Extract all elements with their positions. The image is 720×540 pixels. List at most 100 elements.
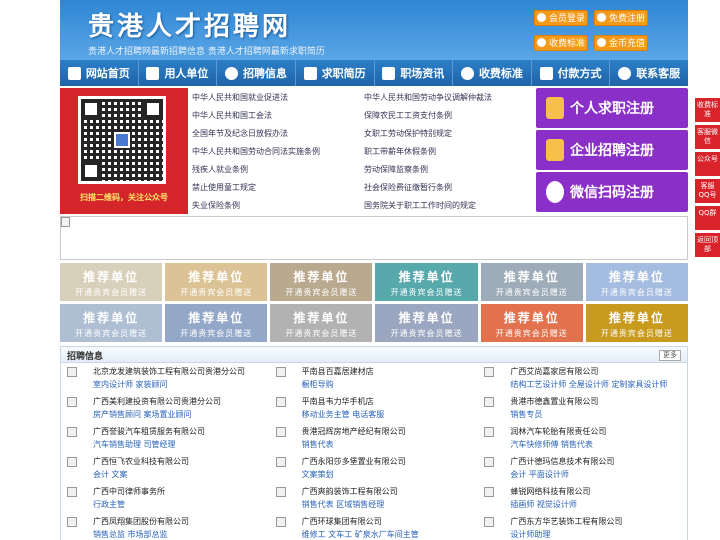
nav-jobs[interactable]: 招聘信息 [217, 60, 296, 86]
job-positions[interactable]: 会计 文案 [93, 469, 128, 480]
banner-ad[interactable] [60, 216, 688, 260]
company-name[interactable]: 平南县百嘉居建材店 [302, 366, 374, 377]
company-logo-icon[interactable] [67, 517, 77, 527]
company-name[interactable]: 广西永阳莎多堡置业有限公司 [302, 456, 406, 467]
register-button[interactable]: 免费注册 [594, 10, 648, 26]
law-link[interactable]: 职工带薪年休假条例 [364, 146, 436, 157]
more-link[interactable]: 更多 [659, 350, 681, 361]
company-name[interactable]: 蜂锐网络科技有限公司 [510, 486, 590, 497]
job-positions[interactable]: 文案策划 [302, 469, 334, 480]
job-positions[interactable]: 结构工艺设计师 全屋设计师 定制家具设计师 [510, 379, 667, 390]
job-positions[interactable]: 设计师助理 [510, 529, 550, 540]
personal-register-button[interactable]: 个人求职注册 [536, 88, 688, 128]
company-name[interactable]: 广西凤翔集团股份有限公司 [93, 516, 189, 527]
company-name[interactable]: 广西恒飞农业科技有限公司 [93, 456, 189, 467]
company-name[interactable]: 广西美利建投资有限公司贵港分公司 [93, 396, 221, 407]
side-item[interactable]: 客服微信 [695, 125, 720, 149]
company-name[interactable]: 贵港冠辉房地产经纪有限公司 [302, 426, 406, 437]
job-positions[interactable]: 销售总监 市场部总监 [93, 529, 168, 540]
recommended-tile[interactable]: 推荐单位 开通贵宾会员赠送 [60, 304, 163, 342]
company-logo-icon[interactable] [484, 427, 495, 437]
company-logo-icon[interactable] [275, 367, 286, 377]
company-logo-icon[interactable] [275, 457, 286, 467]
job-positions[interactable]: 房产销售顾问 案场置业顾问 [93, 409, 192, 420]
company-name[interactable]: 贵港市德鑫置业有限公司 [510, 396, 598, 407]
law-link[interactable]: 中华人民共和国工会法 [192, 110, 272, 121]
law-link[interactable]: 保障农民工工资支付条例 [364, 110, 452, 121]
recommended-tile[interactable]: 推荐单位 开通贵宾会员赠送 [165, 304, 268, 342]
company-name[interactable]: 广西计德玛信息技术有限公司 [510, 456, 614, 467]
recommended-tile[interactable]: 推荐单位 开通贵宾会员赠送 [585, 263, 688, 301]
job-positions[interactable]: 插画师 视觉设计师 [510, 499, 577, 510]
law-link[interactable]: 中华人民共和国就业促进法 [192, 92, 288, 103]
job-positions[interactable]: 橱柜导购 [302, 379, 334, 390]
company-logo-icon[interactable] [484, 457, 495, 467]
company-name[interactable]: 北京龙发建筑装饰工程有限公司贵港分公司 [93, 366, 245, 377]
company-name[interactable]: 润林汽车轮胎有限责任公司 [510, 426, 606, 437]
job-positions[interactable]: 销售代表 [302, 439, 334, 450]
law-link[interactable]: 中华人民共和国劳动争议调解仲裁法 [364, 92, 492, 103]
job-positions[interactable]: 会计 平面设计师 [510, 469, 569, 480]
law-link[interactable]: 禁止使用童工规定 [192, 182, 256, 193]
job-positions[interactable]: 销售代表 区域销售经理 [302, 499, 385, 510]
job-positions[interactable]: 汽车快修师傅 销售代表 [510, 439, 593, 450]
recommended-tile[interactable]: 推荐单位 开通贵宾会员赠送 [375, 263, 478, 301]
nav-contact[interactable]: 联系客服 [610, 60, 688, 86]
law-link[interactable]: 残疾人就业条例 [192, 164, 248, 175]
company-logo-icon[interactable] [484, 487, 495, 497]
company-logo-icon[interactable] [67, 367, 77, 377]
law-link[interactable]: 中华人民共和国劳动合同法实施条例 [192, 146, 320, 157]
law-link[interactable]: 国务院关于职工工作时间的规定 [364, 200, 476, 211]
company-logo-icon[interactable] [275, 517, 286, 527]
job-positions[interactable]: 销售专员 [510, 409, 542, 420]
job-positions[interactable]: 汽车销售助理 司管经理 [93, 439, 176, 450]
recharge-button[interactable]: 金币充值 [594, 35, 648, 51]
company-logo-icon[interactable] [275, 427, 286, 437]
site-logo[interactable]: 贵港人才招聘网 [88, 6, 291, 43]
side-item[interactable]: 返回顶部 [695, 233, 720, 257]
law-link[interactable]: 社会保险费征缴暂行条例 [364, 182, 452, 193]
company-name[interactable]: 广西爽韵装饰工程有限公司 [302, 486, 398, 497]
company-logo-icon[interactable] [67, 457, 77, 467]
company-logo-icon[interactable] [484, 517, 495, 527]
nav-employers[interactable]: 用人单位 [139, 60, 218, 86]
company-register-button[interactable]: 企业招聘注册 [536, 130, 688, 170]
side-item[interactable]: 公众号 [695, 152, 720, 176]
law-link[interactable]: 失业保险条例 [192, 200, 240, 211]
company-name[interactable]: 广西环球集团有限公司 [302, 516, 382, 527]
nav-home[interactable]: 网站首页 [60, 60, 139, 86]
company-logo-icon[interactable] [67, 427, 77, 437]
side-item[interactable]: 客服QQ号 [695, 179, 720, 203]
company-name[interactable]: 广西东方华艺装饰工程有限公司 [510, 516, 622, 527]
recommended-tile[interactable]: 推荐单位 开通贵宾会员赠送 [480, 304, 583, 342]
login-button[interactable]: 会员登录 [534, 10, 588, 26]
company-logo-icon[interactable] [484, 367, 495, 377]
pricing-button[interactable]: 收费标准 [534, 35, 588, 51]
job-positions[interactable]: 行政主管 [93, 499, 125, 510]
company-name[interactable]: 广西誉骏汽车租赁服务有限公司 [93, 426, 205, 437]
company-logo-icon[interactable] [67, 397, 77, 407]
recommended-tile[interactable]: 推荐单位 开通贵宾会员赠送 [60, 263, 163, 301]
law-link[interactable]: 女职工劳动保护特别规定 [364, 128, 452, 139]
job-positions[interactable]: 移动业务主管 电话客服 [302, 409, 385, 420]
company-name[interactable]: 平南县韦力华手机店 [302, 396, 374, 407]
recommended-tile[interactable]: 推荐单位 开通贵宾会员赠送 [585, 304, 688, 342]
recommended-tile[interactable]: 推荐单位 开通贵宾会员赠送 [270, 263, 373, 301]
company-name[interactable]: 广西中司律师事务所 [93, 486, 165, 497]
nav-news[interactable]: 职场资讯 [375, 60, 454, 86]
recommended-tile[interactable]: 推荐单位 开通贵宾会员赠送 [480, 263, 583, 301]
side-item[interactable]: 收费标准 [695, 98, 720, 122]
company-logo-icon[interactable] [275, 397, 286, 407]
side-item[interactable]: QQ群 [695, 206, 720, 230]
nav-payment[interactable]: 付款方式 [532, 60, 611, 86]
company-logo-icon[interactable] [67, 487, 77, 497]
recommended-tile[interactable]: 推荐单位 开通贵宾会员赠送 [375, 304, 478, 342]
nav-resumes[interactable]: 求职简历 [296, 60, 375, 86]
company-logo-icon[interactable] [275, 487, 286, 497]
recommended-tile[interactable]: 推荐单位 开通贵宾会员赠送 [270, 304, 373, 342]
company-name[interactable]: 广西艾尚嘉家居有限公司 [510, 366, 598, 377]
law-link[interactable]: 劳动保障监察条例 [364, 164, 428, 175]
job-positions[interactable]: 维修工 文车工 矿泉水厂车间主管 [302, 529, 419, 540]
nav-pricing[interactable]: 收费标准 [453, 60, 532, 86]
law-link[interactable]: 全国年节及纪念日放假办法 [192, 128, 288, 139]
